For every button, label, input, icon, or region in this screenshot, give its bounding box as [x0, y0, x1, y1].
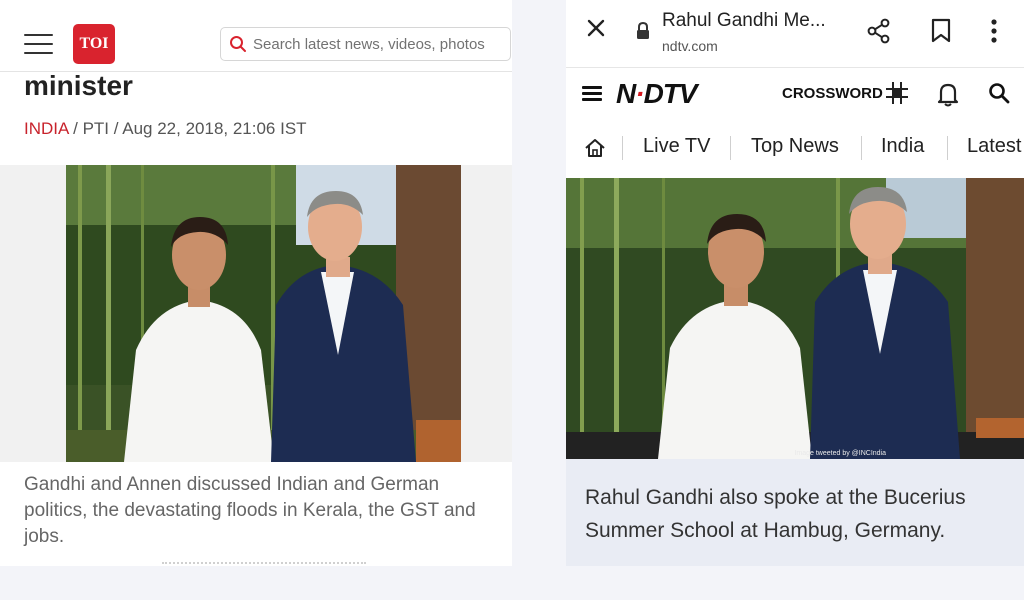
ndtv-nav-bar: Live TV Top News India Latest — [566, 120, 1024, 176]
lock-icon — [637, 22, 649, 39]
search-icon — [230, 36, 246, 52]
nav-separator — [947, 136, 948, 160]
divider — [162, 562, 366, 564]
browser-toolbar: Rahul Gandhi Me... ndtv.com — [566, 0, 1024, 68]
article-photo[interactable] — [66, 165, 461, 462]
crossword-link[interactable]: CROSSWORD — [782, 85, 883, 102]
bookmark-icon[interactable] — [930, 18, 952, 44]
toi-logo[interactable]: TOI — [73, 24, 115, 64]
nav-item-top-news[interactable]: Top News — [751, 135, 839, 158]
byline-source-date: / PTI / Aug 22, 2018, 21:06 IST — [68, 119, 307, 138]
article-headline: minister — [24, 70, 133, 101]
ndtv-article-panel: Rahul Gandhi Me... ndtv.com N·DTV CROSSW… — [566, 0, 1024, 566]
search-input[interactable] — [253, 35, 503, 53]
toi-header: TOI — [0, 16, 512, 72]
nav-item-india[interactable]: India — [881, 135, 924, 158]
search-box[interactable] — [220, 27, 511, 61]
article-byline: INDIA / PTI / Aug 22, 2018, 21:06 IST — [24, 119, 307, 139]
more-vertical-icon[interactable] — [986, 18, 1002, 44]
menu-icon[interactable] — [582, 86, 602, 102]
ndtv-header: N·DTV CROSSWORD — [566, 68, 1024, 120]
nav-separator — [861, 136, 862, 160]
crossword-grid-icon[interactable] — [884, 80, 910, 106]
home-icon[interactable] — [584, 138, 606, 158]
article-photo[interactable]: Image tweeted by @INCIndia — [566, 178, 1024, 459]
nav-item-live-tv[interactable]: Live TV — [643, 135, 710, 158]
nav-item-latest[interactable]: Latest — [967, 135, 1021, 158]
close-icon[interactable] — [584, 16, 608, 40]
image-credit: Image tweeted by @INCIndia — [794, 450, 886, 457]
image-caption: Gandhi and Annen discussed Indian and Ge… — [24, 474, 476, 547]
search-icon[interactable] — [988, 82, 1010, 104]
article-image-container — [0, 165, 512, 462]
nav-separator — [622, 136, 623, 160]
image-caption: Rahul Gandhi also spoke at the Bucerius … — [585, 486, 966, 542]
nav-separator — [730, 136, 731, 160]
caption-container: Rahul Gandhi also spoke at the Bucerius … — [566, 459, 1024, 566]
section-link[interactable]: INDIA — [24, 119, 68, 138]
hamburger-icon[interactable] — [24, 34, 53, 54]
ndtv-logo[interactable]: N·DTV — [616, 78, 698, 110]
toi-article-panel: TOI minister INDIA / PTI / Aug 22, 2018,… — [0, 0, 512, 566]
share-icon[interactable] — [866, 18, 892, 44]
bell-icon[interactable] — [936, 81, 960, 107]
browser-page-title: Rahul Gandhi Me... — [662, 10, 826, 31]
browser-url[interactable]: ndtv.com — [662, 38, 718, 54]
